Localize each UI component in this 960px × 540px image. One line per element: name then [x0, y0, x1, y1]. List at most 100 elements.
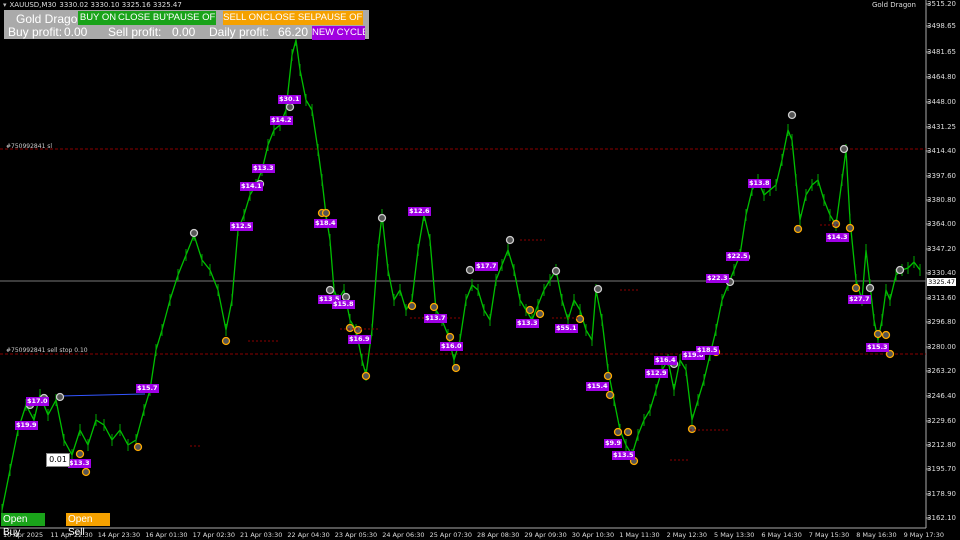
profit-tag: $12.5 — [230, 222, 253, 231]
profit-tag: $18.4 — [314, 219, 337, 228]
price-tick-label: 3229.60 — [927, 417, 956, 425]
profit-tag: $17.7 — [475, 262, 498, 271]
profit-tag: $17.0 — [26, 397, 49, 406]
time-tick-label: 5 May 13:30 — [714, 531, 755, 539]
order-marker — [353, 325, 363, 335]
profit-tag: $15.4 — [586, 382, 609, 391]
close-buy-button[interactable]: CLOSE BUY — [118, 11, 168, 25]
profit-tag: $13.7 — [424, 314, 447, 323]
order-marker — [285, 102, 295, 112]
price-tick-label: 3431.25 — [927, 123, 956, 131]
profit-tag: $16.9 — [348, 335, 371, 344]
daily-profit-label: Daily profit: — [209, 25, 270, 39]
order-marker — [831, 219, 841, 229]
time-tick-label: 17 Apr 02:30 — [192, 531, 235, 539]
close-sell-button[interactable]: CLOSE SELL — [263, 11, 315, 25]
profit-tag: $13.3 — [516, 319, 539, 328]
order-marker — [221, 336, 231, 346]
profit-tag: $30.1 — [278, 95, 301, 104]
order-marker — [429, 302, 439, 312]
order-marker — [451, 363, 461, 373]
profit-tag: $15.3 — [866, 343, 889, 352]
order-marker — [873, 329, 883, 339]
current-price-label: 3325.47 — [927, 278, 956, 286]
time-tick-label: 23 Apr 05:30 — [334, 531, 378, 539]
time-tick-label: 25 Apr 07:30 — [429, 531, 472, 539]
profit-tag: $13.8 — [748, 179, 771, 188]
order-marker — [551, 266, 561, 276]
time-tick-label: 22 Apr 04:30 — [287, 531, 330, 539]
price-tick-label: 3464.80 — [927, 73, 956, 81]
order-marker — [505, 235, 515, 245]
profit-tag: $16.4 — [654, 356, 677, 365]
order-marker — [345, 323, 355, 333]
time-tick-label: 16 Apr 01:30 — [145, 531, 188, 539]
time-tick-label: 9 May 17:30 — [903, 531, 945, 539]
lot-size-input[interactable]: 0.01 — [46, 453, 70, 467]
order-marker — [75, 449, 85, 459]
order-marker — [525, 305, 535, 315]
order-marker — [321, 208, 331, 218]
order-marker — [445, 332, 455, 342]
price-tick-label: 3178.90 — [927, 490, 956, 498]
price-tick-label: 3246.40 — [927, 392, 956, 400]
profit-tag: $9.9 — [604, 439, 623, 448]
order-marker — [325, 285, 335, 295]
order-marker — [793, 224, 803, 234]
ohlc-values: 3330.02 3330.10 3325.16 3325.47 — [59, 1, 182, 9]
order-marker — [851, 283, 861, 293]
profit-tag: $13.3 — [68, 459, 91, 468]
order-marker — [361, 371, 371, 381]
profit-tag: $12.9 — [645, 369, 668, 378]
profit-tag: $14.1 — [240, 182, 263, 191]
pause-off-sell-button[interactable]: PAUSE OFF — [315, 11, 363, 25]
order-marker — [787, 110, 797, 120]
price-tick-label: 3212.80 — [927, 441, 956, 449]
sl-line-label: #750992841 sl — [6, 143, 53, 150]
time-tick-label: 30 Apr 10:30 — [571, 531, 615, 539]
time-tick-label: 29 Apr 09:30 — [524, 531, 567, 539]
price-tick-label: 3515.20 — [927, 0, 956, 8]
profit-tag: $55.1 — [555, 324, 578, 333]
open-sell-button[interactable]: Open Sell — [66, 513, 110, 538]
time-tick-label: 6 May 14:30 — [761, 531, 802, 539]
open-buy-button[interactable]: Open Buy — [1, 513, 45, 538]
order-marker — [895, 265, 905, 275]
sell-profit-label: Sell profit: — [108, 25, 162, 39]
time-tick-label: 8 May 16:30 — [856, 531, 897, 539]
order-marker — [845, 223, 855, 233]
price-tick-label: 3195.70 — [927, 465, 956, 473]
order-marker — [377, 213, 387, 223]
profit-tag: $13.5 — [612, 451, 635, 460]
price-tick-label: 3296.80 — [927, 318, 956, 326]
sell-on-button[interactable]: SELL ON — [223, 11, 263, 25]
order-marker — [465, 265, 475, 275]
gold-dragon-panel: Gold Dragon BUY ON CLOSE BUY PAUSE OFF S… — [4, 10, 369, 40]
chevron-down-icon[interactable]: ▾ — [3, 1, 7, 9]
buy-on-button[interactable]: BUY ON — [78, 11, 118, 25]
profit-tag: $14.3 — [826, 233, 849, 242]
sell-profit-value: 0.00 — [172, 25, 196, 39]
price-tick-label: 3414.40 — [927, 147, 956, 155]
order-marker — [535, 309, 545, 319]
price-tick-label: 3162.10 — [927, 514, 956, 522]
price-tick-label: 3481.65 — [927, 48, 956, 56]
order-marker — [613, 427, 623, 437]
price-tick-label: 3280.00 — [927, 343, 956, 351]
chart-title-bar: ▾ XAUUSD,M30 3330.02 3330.10 3325.16 332… — [3, 1, 182, 9]
buy-profit-label: Buy profit: — [8, 25, 63, 39]
profit-tag: $22.5 — [726, 252, 749, 261]
price-tick-label: 3364.00 — [927, 220, 956, 228]
pause-off-buy-button[interactable]: PAUSE OFF — [168, 11, 216, 25]
sell-stop-line-label: #750992841 sell stop 0.10 — [6, 347, 88, 354]
time-tick-label: 21 Apr 03:30 — [240, 531, 283, 539]
new-cycle-button[interactable]: NEW CYCLE — [312, 26, 365, 40]
price-tick-label: 3330.40 — [927, 269, 956, 277]
profit-tag: $18.5 — [696, 346, 719, 355]
profit-tag: $14.2 — [270, 116, 293, 125]
order-marker — [687, 424, 697, 434]
daily-profit-value: 66.20 — [278, 25, 309, 39]
profit-tag: $27.7 — [848, 295, 871, 304]
time-tick-label: 1 May 11:30 — [619, 531, 660, 539]
blue-order-line — [59, 393, 146, 397]
